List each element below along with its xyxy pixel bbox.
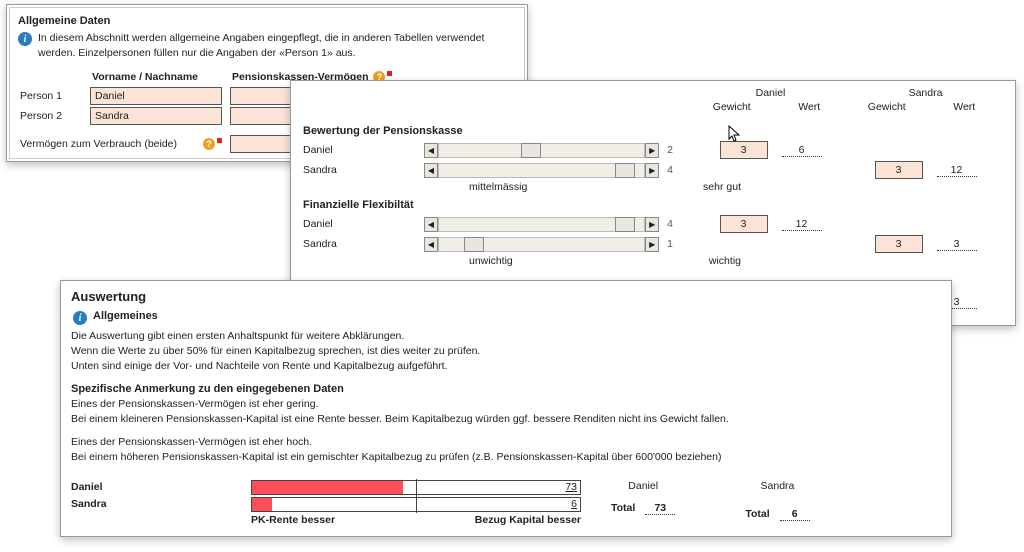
person2-label: Person 2	[16, 106, 86, 126]
eval-text1: Die Auswertung gibt einen ersten Anhalts…	[71, 329, 941, 375]
slider-name: Daniel	[303, 218, 416, 230]
derived-value: 12	[782, 218, 822, 231]
general-title: Allgemeine Daten	[16, 12, 518, 31]
weight-input[interactable]: 3	[720, 141, 768, 159]
slider-s1p1[interactable]: ◀ ▶	[424, 143, 659, 158]
info-icon: i	[18, 32, 32, 46]
slider-s1p2[interactable]: ◀ ▶	[424, 163, 659, 178]
eval-sub1: Allgemeines	[93, 310, 158, 322]
bar-p1: 73	[251, 480, 581, 495]
col-name: Vorname / Nachname	[86, 68, 226, 86]
slider-name: Daniel	[303, 144, 416, 156]
bar-p2-name: Sandra	[71, 498, 251, 510]
total-head-p2: Sandra	[745, 480, 809, 492]
person2-name-input[interactable]: Sandra	[90, 107, 222, 125]
sub-value: Wert	[926, 101, 1004, 113]
bar-p2-value: 6	[571, 498, 577, 510]
weights-head-p1: Daniel	[693, 87, 848, 99]
slider-value: 4	[667, 218, 675, 230]
sub-weight: Gewicht	[848, 101, 926, 113]
scale-high: wichtig	[605, 255, 755, 267]
total-label: Total	[745, 508, 769, 520]
slider-left-button[interactable]: ◀	[424, 163, 438, 178]
slider-right-button[interactable]: ▶	[645, 237, 659, 252]
total-p2: 6	[780, 508, 810, 521]
slider-s2p2[interactable]: ◀ ▶	[424, 237, 659, 252]
weight-input[interactable]: 3	[875, 161, 923, 179]
sub-value: Wert	[771, 101, 849, 113]
bar-p1-value: 73	[565, 481, 577, 493]
required-marker	[387, 71, 392, 76]
person1-name-input[interactable]: Daniel	[90, 87, 222, 105]
slider-left-button[interactable]: ◀	[424, 237, 438, 252]
total-p1: 73	[645, 502, 675, 515]
slider-name: Sandra	[303, 164, 416, 176]
scale-low: unwichtig	[455, 255, 605, 267]
slider-right-button[interactable]: ▶	[645, 143, 659, 158]
section1-title: Bewertung der Pensionskasse	[303, 119, 1003, 141]
wealth-label: Vermögen zum Verbrauch (beide) ?	[16, 134, 226, 154]
eval-text3: Eines der Pensionskassen-Vermögen ist eh…	[71, 435, 941, 465]
info-icon: i	[73, 311, 87, 325]
person1-label: Person 1	[16, 86, 86, 106]
weight-input[interactable]: 3	[875, 235, 923, 253]
slider-right-button[interactable]: ▶	[645, 163, 659, 178]
slider-value: 1	[667, 238, 675, 250]
required-marker	[217, 138, 222, 143]
scale-high: sehr gut	[605, 181, 755, 193]
eval-title: Auswertung	[71, 287, 941, 310]
total-label: Total	[611, 502, 635, 514]
evaluation-panel: Auswertung i Allgemeines Die Auswertung …	[60, 280, 952, 537]
weights-head-p2: Sandra	[848, 87, 1003, 99]
help-icon[interactable]: ?	[203, 138, 215, 150]
derived-value: 12	[937, 164, 977, 177]
sub-weight: Gewicht	[693, 101, 771, 113]
eval-sub2: Spezifische Anmerkung zu den eingegebene…	[71, 383, 941, 395]
eval-text2: Eines der Pensionskassen-Vermögen ist eh…	[71, 397, 941, 427]
slider-left-button[interactable]: ◀	[424, 143, 438, 158]
slider-name: Sandra	[303, 238, 416, 250]
slider-s2p1[interactable]: ◀ ▶	[424, 217, 659, 232]
bar-label-low: PK-Rente besser	[251, 514, 416, 526]
derived-value: 6	[782, 144, 822, 157]
section2-title: Finanzielle Flexibiltät	[303, 193, 1003, 215]
total-head-p1: Daniel	[611, 480, 675, 492]
slider-value: 4	[667, 164, 675, 176]
bar-label-high: Bezug Kapital besser	[416, 514, 581, 526]
bar-p2: 6	[251, 497, 581, 512]
slider-value: 2	[667, 144, 675, 156]
slider-left-button[interactable]: ◀	[424, 217, 438, 232]
derived-value: 3	[937, 238, 977, 251]
bar-p1-name: Daniel	[71, 481, 251, 493]
weight-input[interactable]: 3	[720, 215, 768, 233]
scale-low: mittelmässig	[455, 181, 605, 193]
slider-right-button[interactable]: ▶	[645, 217, 659, 232]
general-info-text: In diesem Abschnitt werden allgemeine An…	[38, 31, 516, 60]
